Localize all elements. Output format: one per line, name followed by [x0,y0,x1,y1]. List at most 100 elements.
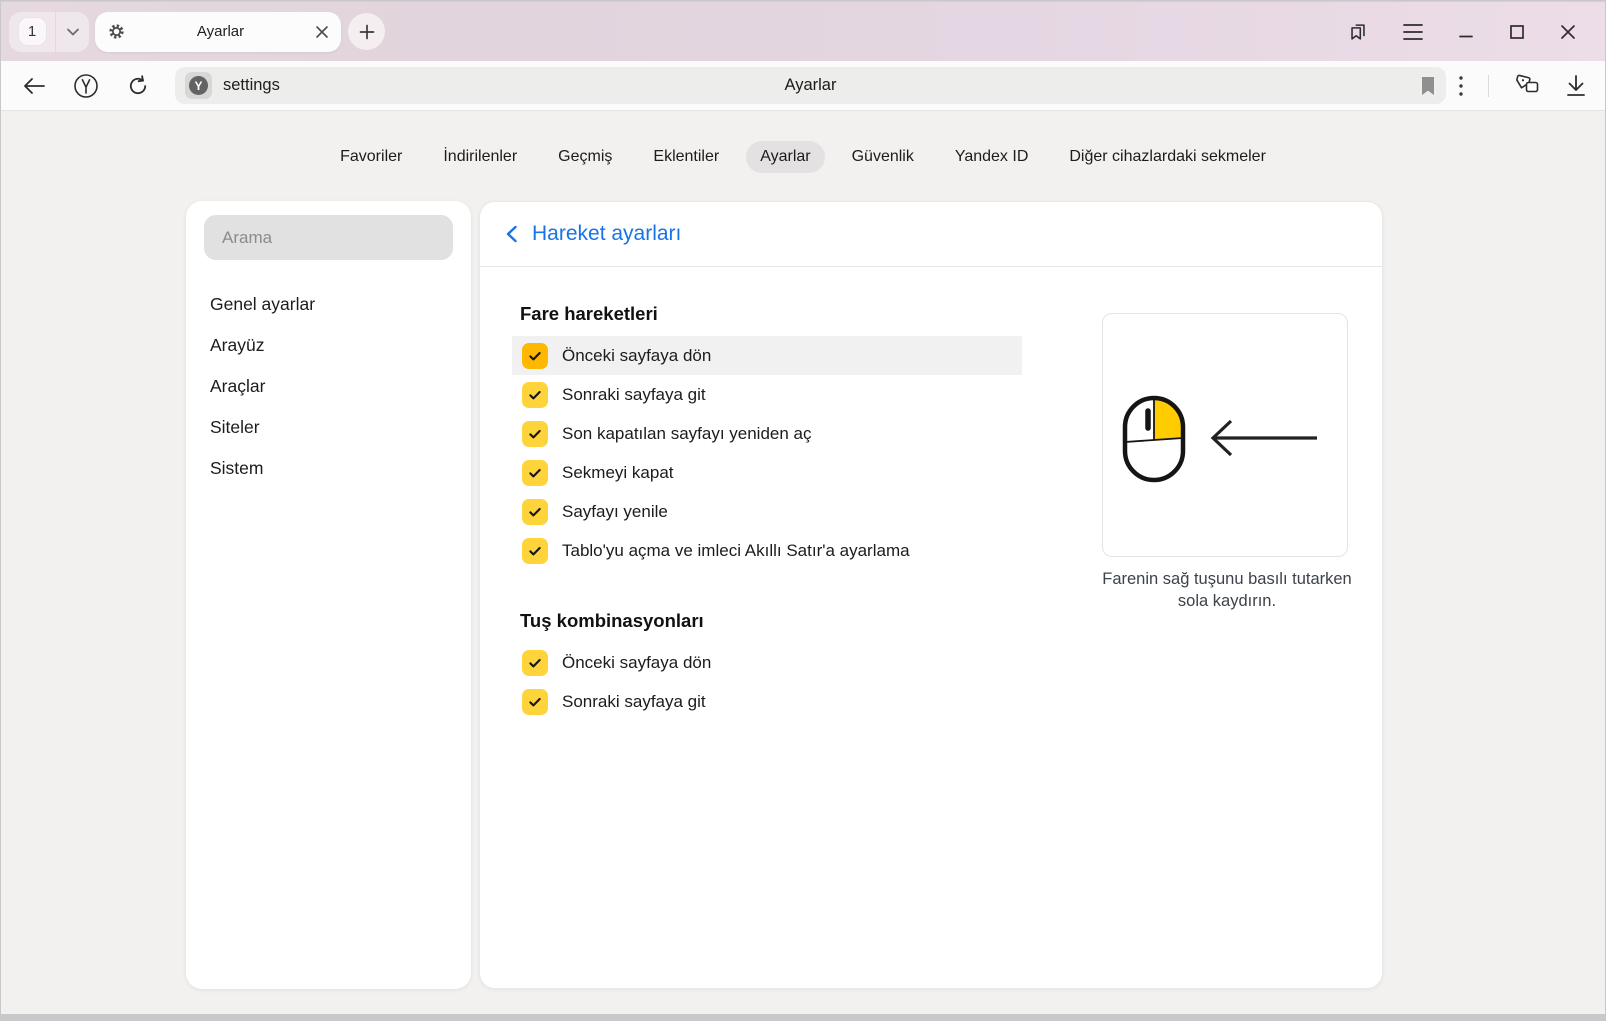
row-label: Sayfayı yenile [562,502,668,522]
refresh-button[interactable] [121,69,155,103]
checkbox-son-kapatilan[interactable] [522,421,548,447]
yandex-logo-icon [72,72,100,100]
nav-tab-eklentiler[interactable]: Eklentiler [639,141,733,173]
shortcut-row-sonraki-sayfaya-git[interactable]: Sonraki sayfaya git [512,682,1022,721]
sidebar-list: Genel ayarlar Arayüz Araçlar Siteler Sis… [204,284,453,489]
maximize-icon [1508,23,1526,41]
checkbox-shortcut-onceki[interactable] [522,650,548,676]
left-arrow-icon [1213,421,1317,455]
close-icon [1559,23,1577,41]
row-label: Tablo'yu açma ve imleci Akıllı Satır'a a… [562,541,910,561]
address-bar[interactable]: Y settings Ayarlar [175,67,1446,104]
yandex-home-button[interactable] [69,69,103,103]
gesture-row-sonraki-sayfaya-git[interactable]: Sonraki sayfaya git [512,375,1022,414]
nav-tab-indirilenler[interactable]: İndirilenler [429,141,531,173]
extensions-button[interactable] [1513,74,1541,98]
check-icon [527,694,543,710]
shortcut-row-onceki-sayfaya-don[interactable]: Önceki sayfaya dön [512,643,1022,682]
row-label: Sekmeyi kapat [562,463,674,483]
back-arrow-icon [22,76,46,96]
checkbox-sayfayi-yenile[interactable] [522,499,548,525]
bookmark-page-button[interactable] [1420,76,1436,96]
checkbox-onceki-sayfaya-don[interactable] [522,343,548,369]
row-label: Sonraki sayfaya git [562,385,706,405]
sidebar-item-genel-ayarlar[interactable]: Genel ayarlar [204,284,453,325]
settings-panel: Hareket ayarları Fare hareketleri Önceki… [479,201,1383,989]
browser-tab-ayarlar[interactable]: Ayarlar [95,12,341,52]
new-tab-button[interactable] [348,13,385,50]
tab-counter-button[interactable]: 1 [9,12,55,52]
panel-body: Fare hareketleri Önceki sayfaya dön [480,267,1382,721]
row-label: Önceki sayfaya dön [562,653,711,673]
more-options-button[interactable] [1458,75,1464,97]
check-icon [527,504,543,520]
content-row: Genel ayarlar Arayüz Araçlar Siteler Sis… [186,201,1605,989]
bookmarks-panel-button[interactable] [1347,21,1369,43]
sidebar-item-araclar[interactable]: Araçlar [204,366,453,407]
nav-tab-ayarlar[interactable]: Ayarlar [746,141,824,173]
checkbox-tablo-acma[interactable] [522,538,548,564]
minimize-icon [1457,23,1475,41]
maximize-button[interactable] [1508,23,1526,41]
toolbar-divider [1488,75,1489,97]
tab-count-badge: 1 [18,17,47,46]
tab-close-icon[interactable] [315,25,329,39]
settings-page: Favoriler İndirilenler Geçmiş Eklentiler… [1,111,1605,1020]
gesture-row-son-kapatilan[interactable]: Son kapatılan sayfayı yeniden aç [512,414,1022,453]
checkbox-sekmeyi-kapat[interactable] [522,460,548,486]
sidebar-item-arayuz[interactable]: Arayüz [204,325,453,366]
toolbar-right [1458,74,1587,98]
back-chevron-icon [505,225,518,243]
gesture-row-onceki-sayfaya-don[interactable]: Önceki sayfaya dön [512,336,1022,375]
page-title: Ayarlar [175,76,1446,95]
browser-menu-button[interactable] [1402,23,1424,41]
settings-sidebar: Genel ayarlar Arayüz Araçlar Siteler Sis… [186,201,471,989]
gear-icon [107,22,126,41]
window-bottom-edge [1,1014,1605,1020]
check-icon [527,655,543,671]
kebab-menu-icon [1458,75,1464,97]
nav-tab-gecmis[interactable]: Geçmiş [544,141,626,173]
row-label: Sonraki sayfaya git [562,692,706,712]
nav-tab-favoriler[interactable]: Favoriler [326,141,416,173]
extensions-icon [1513,74,1541,98]
check-icon [527,387,543,403]
gesture-row-tablo-acma[interactable]: Tablo'yu açma ve imleci Akıllı Satır'a a… [512,531,1022,570]
sidebar-item-sistem[interactable]: Sistem [204,448,453,489]
tab-counter-group: 1 [9,12,89,52]
panel-title[interactable]: Hareket ayarları [532,222,681,246]
row-label: Önceki sayfaya dön [562,346,711,366]
download-icon [1565,74,1587,98]
checkbox-shortcut-sonraki[interactable] [522,689,548,715]
plus-icon [359,24,375,40]
nav-tab-diger-cihazlar[interactable]: Diğer cihazlardaki sekmeler [1055,141,1280,173]
chevron-down-icon [66,27,80,37]
search-input[interactable] [204,215,453,260]
gesture-row-sekmeyi-kapat[interactable]: Sekmeyi kapat [512,453,1022,492]
check-icon [527,543,543,559]
panel-header[interactable]: Hareket ayarları [480,202,1382,267]
minimize-button[interactable] [1457,23,1475,41]
settings-nav: Favoriler İndirilenler Geçmiş Eklentiler… [1,141,1605,173]
nav-tab-guvenlik[interactable]: Güvenlik [838,141,928,173]
url-text[interactable]: settings [223,76,280,95]
gesture-illustration-card [1102,313,1348,557]
bookmark-flag-icon [1420,76,1436,96]
sidebar-item-siteler[interactable]: Siteler [204,407,453,448]
gesture-row-sayfayi-yenile[interactable]: Sayfayı yenile [512,492,1022,531]
nav-tab-yandex-id[interactable]: Yandex ID [941,141,1043,173]
bookmarks-icon [1347,21,1369,43]
titlebar: 1 Ayarlar [1,1,1605,61]
checkbox-sonraki-sayfaya-git[interactable] [522,382,548,408]
row-label: Son kapatılan sayfayı yeniden aç [562,424,812,444]
check-icon [527,348,543,364]
tab-list-dropdown[interactable] [55,12,89,52]
back-button[interactable] [17,69,51,103]
hamburger-menu-icon [1402,23,1424,41]
section-heading-tus-kombinasyonlari: Tuş kombinasyonları [520,610,1080,632]
gesture-settings-column: Fare hareketleri Önceki sayfaya dön [520,283,1080,721]
downloads-button[interactable] [1565,74,1587,98]
close-window-button[interactable] [1559,23,1577,41]
tab-title: Ayarlar [126,23,315,40]
toolbar: Y settings Ayarlar [1,61,1605,111]
